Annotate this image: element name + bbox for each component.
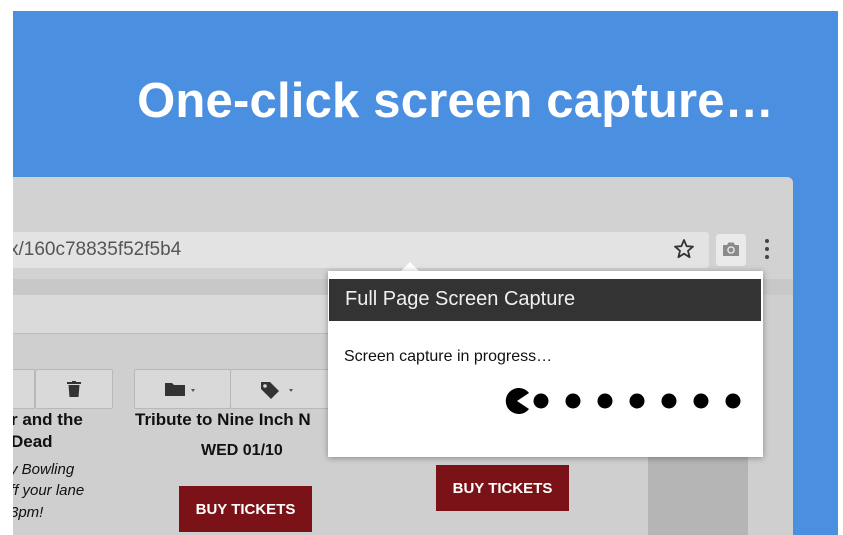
popup-header: Full Page Screen Capture: [329, 279, 761, 321]
capture-status-text: Screen capture in progress…: [344, 348, 553, 365]
move-to-button[interactable]: [134, 369, 231, 409]
folder-icon: [165, 383, 195, 396]
archive-button[interactable]: [13, 369, 35, 409]
capture-progress-indicator: [505, 388, 741, 414]
screen-capture-extension-button[interactable]: [716, 234, 746, 266]
progress-dot: [533, 393, 549, 409]
pacman-icon: [505, 388, 529, 414]
buy-tickets-button[interactable]: BUY TICKETS: [436, 465, 569, 511]
labels-button[interactable]: [230, 369, 332, 409]
popup-title: Full Page Screen Capture: [345, 288, 576, 310]
event-desc-line: ff your lane: [13, 482, 85, 499]
star-icon[interactable]: [672, 237, 696, 261]
event-desc-line: 3pm!: [13, 504, 44, 521]
progress-dot: [693, 393, 709, 409]
event-date: WED 01/10: [201, 442, 283, 459]
address-url: x/160c78835f52f5b4: [13, 239, 182, 260]
progress-dot: [629, 393, 645, 409]
address-bar[interactable]: x/160c78835f52f5b4: [13, 232, 709, 268]
promo-headline: One-click screen capture…: [137, 74, 774, 128]
screen-capture-popup: Full Page Screen Capture Screen capture …: [328, 271, 763, 457]
mail-search-bar[interactable]: [13, 295, 373, 334]
progress-dot: [725, 393, 741, 409]
progress-dot: [661, 393, 677, 409]
promo-banner: One-click screen capture… x/160c78835f52…: [13, 11, 838, 535]
trash-icon: [67, 381, 81, 397]
event-desc-line: y Bowling: [13, 461, 75, 478]
progress-dot: [565, 393, 581, 409]
delete-button[interactable]: [35, 369, 113, 409]
event-title-middle: Tribute to Nine Inch N: [135, 410, 311, 429]
buy-tickets-button[interactable]: BUY TICKETS: [179, 486, 312, 532]
tag-icon: [261, 382, 293, 399]
event-title-left: r and the: [13, 410, 83, 429]
kebab-menu-icon[interactable]: [763, 239, 771, 261]
event-title-left-2: Dead: [13, 432, 53, 451]
progress-dot: [597, 393, 613, 409]
